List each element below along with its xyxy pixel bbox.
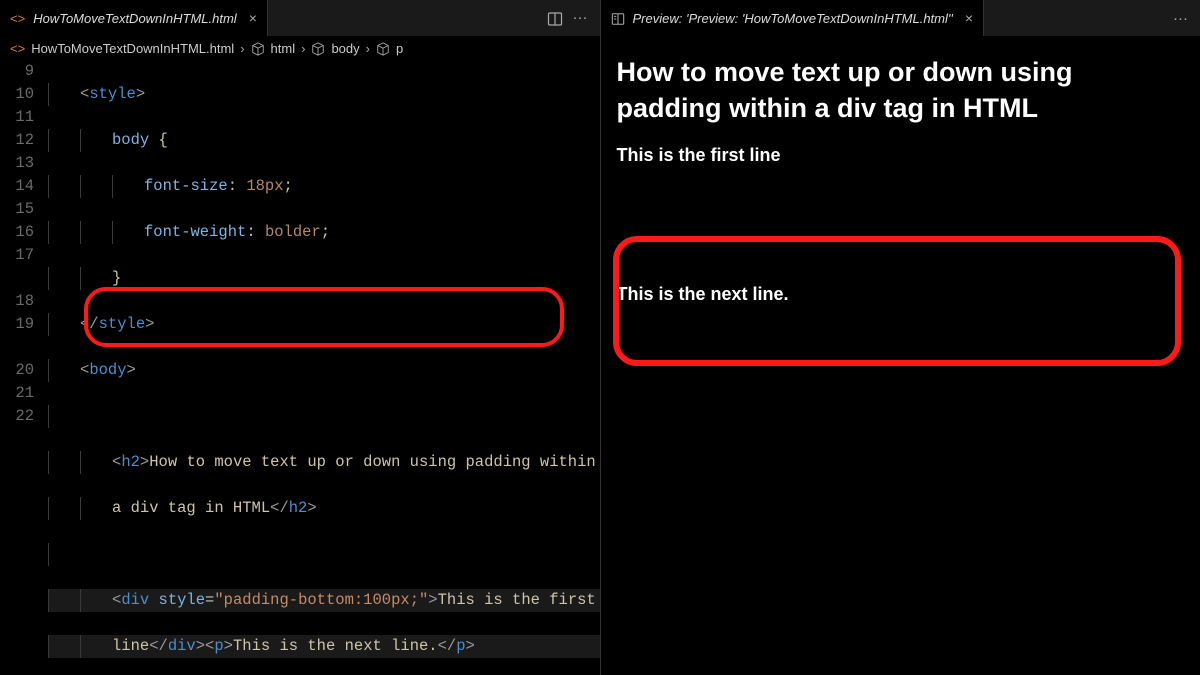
editor-pane: <> HowToMoveTextDownInHTML.html × ··· <>… — [0, 0, 601, 675]
breadcrumb-seg: html — [271, 41, 296, 56]
tab-actions: ··· — [1173, 10, 1194, 27]
preview-first-line: This is the first line — [617, 145, 1185, 266]
tab-title: HowToMoveTextDownInHTML.html — [33, 11, 237, 26]
breadcrumb[interactable]: <> HowToMoveTextDownInHTML.html › html ›… — [0, 36, 600, 60]
chevron-right-icon: › — [240, 41, 244, 56]
preview-content: How to move text up or down using paddin… — [601, 36, 1200, 675]
preview-heading: How to move text up or down using paddin… — [617, 54, 1185, 127]
close-icon[interactable]: × — [249, 10, 257, 26]
symbol-icon — [251, 40, 265, 56]
html-file-icon: <> — [10, 11, 25, 26]
symbol-icon — [376, 40, 390, 56]
preview-next-line: This is the next line. — [617, 284, 1185, 305]
preview-tab-bar: Preview: 'Preview: 'HowToMoveTextDownInH… — [601, 0, 1200, 36]
split-editor-icon[interactable] — [547, 9, 563, 26]
close-icon[interactable]: × — [965, 10, 973, 26]
line-gutter: 9 10 11 12 13 14 15 16 17 18 19 20 21 22 — [0, 60, 48, 675]
breadcrumb-seg: body — [331, 41, 359, 56]
chevron-right-icon: › — [366, 41, 370, 56]
tab-title: Preview: 'Preview: 'HowToMoveTextDownInH… — [633, 11, 953, 26]
preview-tab[interactable]: Preview: 'Preview: 'HowToMoveTextDownInH… — [601, 0, 985, 36]
tab-actions: ··· — [547, 9, 594, 26]
breadcrumb-file: HowToMoveTextDownInHTML.html — [31, 41, 234, 56]
editor-tab[interactable]: <> HowToMoveTextDownInHTML.html × — [0, 0, 268, 36]
preview-icon — [611, 10, 625, 26]
breadcrumb-seg: p — [396, 41, 403, 56]
preview-pane: Preview: 'Preview: 'HowToMoveTextDownInH… — [601, 0, 1200, 675]
code-content[interactable]: <style> body { font-size: 18px; font-wei… — [48, 60, 600, 675]
chevron-right-icon: › — [301, 41, 305, 56]
symbol-icon — [311, 40, 325, 56]
html-file-icon: <> — [10, 41, 25, 56]
editor-tab-bar: <> HowToMoveTextDownInHTML.html × ··· — [0, 0, 600, 36]
more-icon[interactable]: ··· — [573, 9, 588, 26]
code-editor[interactable]: 9 10 11 12 13 14 15 16 17 18 19 20 21 22… — [0, 60, 600, 675]
more-icon[interactable]: ··· — [1173, 10, 1188, 27]
